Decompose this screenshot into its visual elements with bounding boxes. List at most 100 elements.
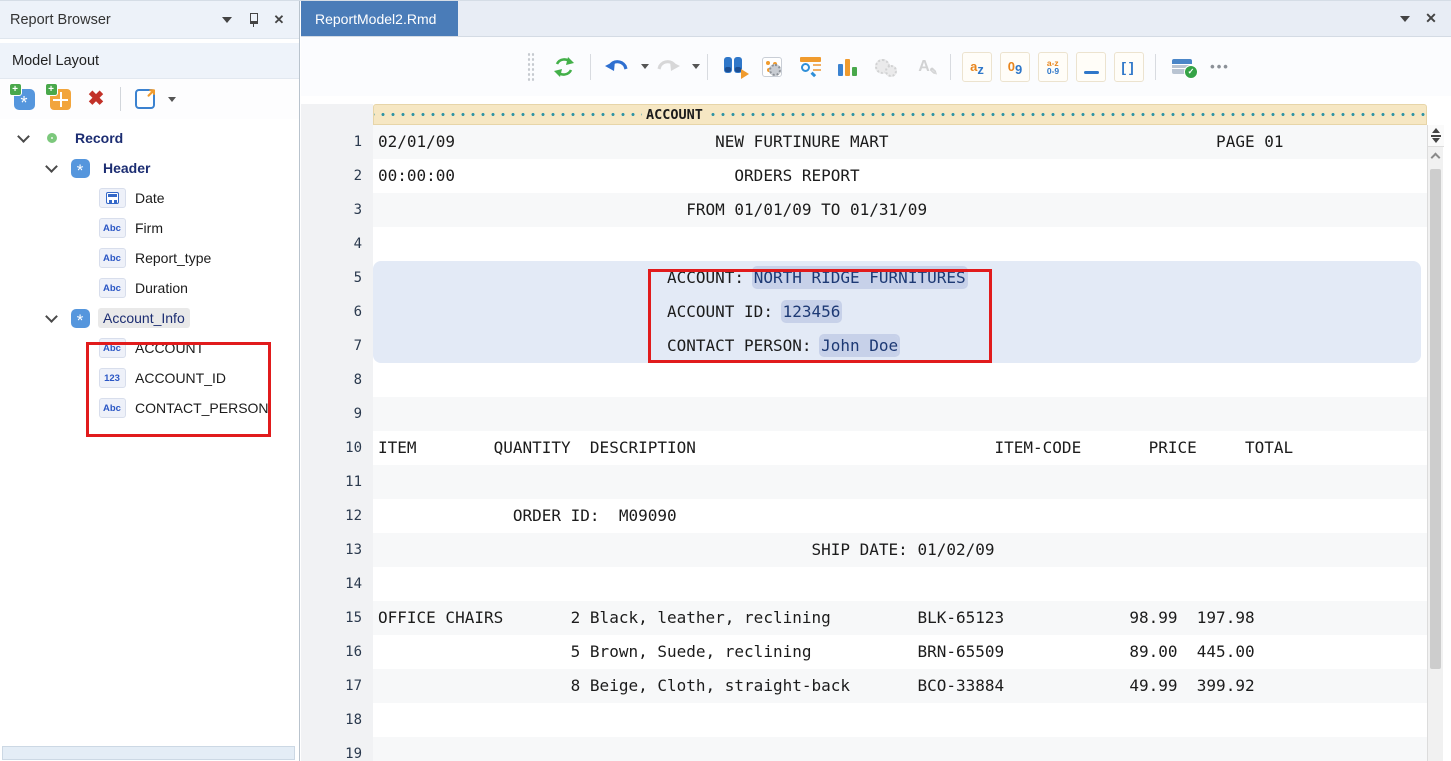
add-record-icon[interactable]: * <box>9 84 39 114</box>
model-tree: Record*HeaderDateAbcFirmAbcReport_typeAb… <box>0 119 299 423</box>
field-value-highlight[interactable]: John Doe <box>821 336 898 355</box>
line-text[interactable]: ACCOUNT: NORTH RIDGE FURNITURES <box>373 261 1427 295</box>
delete-icon[interactable]: ✖ <box>81 84 111 114</box>
line-text[interactable] <box>373 397 1427 431</box>
doc-dropdown-icon[interactable] <box>1395 10 1415 28</box>
scroll-up-icon[interactable] <box>1428 147 1443 163</box>
line-number: 17 <box>301 669 373 703</box>
line-number: 10 <box>301 431 373 465</box>
tree-item-label: ACCOUNT <box>135 340 204 356</box>
toolbar-separator <box>120 87 121 111</box>
redo-icon <box>653 52 683 82</box>
undo-icon[interactable] <box>602 52 632 82</box>
date-field-icon <box>96 188 128 208</box>
gear-settings-icon <box>871 52 901 82</box>
panel-close-icon[interactable]: ✕ <box>269 11 289 29</box>
line-number: 7 <box>301 329 373 363</box>
region-ruler[interactable]: ACCOUNT <box>373 104 1427 125</box>
data-region-icon: * <box>64 309 96 328</box>
line-number: 1 <box>301 125 373 159</box>
tree-item-label: Duration <box>135 280 188 296</box>
region-label: ACCOUNT <box>642 106 707 123</box>
tree-item-duration[interactable]: AbcDuration <box>0 273 299 303</box>
line-text[interactable]: 02/01/09 NEW FURTINURE MART PAGE 01 <box>373 125 1427 159</box>
line-text[interactable] <box>373 737 1427 761</box>
line-text[interactable]: FROM 01/01/09 TO 01/31/09 <box>373 193 1427 227</box>
model-layout-header: Model Layout <box>0 43 299 79</box>
tab-reportmodel2[interactable]: ReportModel2.Rmd <box>301 1 458 36</box>
line-text[interactable]: ORDER ID: M09090 <box>373 499 1427 533</box>
line-text[interactable]: ITEM QUANTITY DESCRIPTION ITEM-CODE PRIC… <box>373 431 1427 465</box>
tree-item-label: Account_Info <box>98 308 190 328</box>
alnum-field-icon[interactable]: a-z0-9 <box>1038 52 1068 82</box>
numeric-field-icon[interactable]: 09 <box>1000 52 1030 82</box>
field-value-highlight[interactable]: 123456 <box>783 302 841 321</box>
tree-item-header[interactable]: *Header <box>0 153 299 183</box>
line-text[interactable] <box>373 567 1427 601</box>
space-field-icon[interactable] <box>1076 52 1106 82</box>
tree-item-account_info[interactable]: *Account_Info <box>0 303 299 333</box>
chart-icon[interactable] <box>833 52 863 82</box>
line-text[interactable] <box>373 363 1427 397</box>
undo-dropdown-icon[interactable] <box>641 64 649 69</box>
bracket-field-icon[interactable]: [] <box>1114 52 1144 82</box>
report-line: 12 ORDER ID: M09090 <box>301 499 1451 533</box>
scrollbar-thumb[interactable] <box>1430 169 1441 669</box>
line-text[interactable]: CONTACT PERSON: John Doe <box>373 329 1427 363</box>
tree-item-label: Record <box>75 130 123 146</box>
vertical-scrollbar[interactable] <box>1427 125 1443 761</box>
export-dropdown-icon[interactable] <box>168 97 176 102</box>
tree-item-record[interactable]: Record <box>0 123 299 153</box>
line-number: 9 <box>301 397 373 431</box>
line-text[interactable] <box>373 465 1427 499</box>
report-line: 13 SHIP DATE: 01/02/09 <box>301 533 1451 567</box>
tree-item-label: Report_type <box>135 250 211 266</box>
line-text[interactable]: SHIP DATE: 01/02/09 <box>373 533 1427 567</box>
line-text[interactable]: OFFICE CHAIRS 2 Black, leather, reclinin… <box>373 601 1427 635</box>
add-fields-icon[interactable] <box>45 84 75 114</box>
auto-create-fields-icon[interactable] <box>757 52 787 82</box>
pin-icon[interactable] <box>243 11 263 29</box>
tree-item-account[interactable]: Abc ACCOUNT <box>0 333 299 363</box>
verify-model-icon[interactable] <box>1167 52 1197 82</box>
redo-dropdown-icon[interactable] <box>692 64 700 69</box>
find-icon[interactable] <box>719 52 749 82</box>
line-number: 19 <box>301 737 373 761</box>
panel-dropdown-icon[interactable] <box>217 11 237 29</box>
tree-item-label: CONTACT_PERSON <box>135 400 269 416</box>
splitter-handle-icon[interactable] <box>1428 125 1444 147</box>
tree-item-firm[interactable]: AbcFirm <box>0 213 299 243</box>
font-edit-icon: A <box>909 52 939 82</box>
line-text[interactable]: 00:00:00 ORDERS REPORT <box>373 159 1427 193</box>
panel-titlebar: Report Browser ✕ <box>0 1 299 39</box>
alpha-field-icon[interactable]: az <box>962 52 992 82</box>
export-icon[interactable] <box>130 84 160 114</box>
line-text[interactable] <box>373 227 1427 261</box>
line-text[interactable]: 8 Beige, Cloth, straight-back BCO-33884 … <box>373 669 1427 703</box>
report-line: 15OFFICE CHAIRS 2 Black, leather, reclin… <box>301 601 1451 635</box>
line-text[interactable] <box>373 703 1427 737</box>
line-text[interactable]: 5 Brown, Suede, reclining BRN-65509 89.0… <box>373 635 1427 669</box>
line-number: 11 <box>301 465 373 499</box>
toolbar-separator <box>707 54 708 80</box>
pattern-search-icon[interactable] <box>795 52 825 82</box>
tree-item-contact_person[interactable]: AbcCONTACT_PERSON <box>0 393 299 423</box>
chevron-down-icon[interactable] <box>38 316 64 321</box>
text-field-icon: Abc <box>96 338 128 358</box>
tree-item-account_id[interactable]: 123ACCOUNT_ID <box>0 363 299 393</box>
report-line: 4 <box>301 227 1451 261</box>
chevron-down-icon[interactable] <box>38 166 64 171</box>
more-icon[interactable]: ••• <box>1205 52 1235 82</box>
field-value-highlight[interactable]: NORTH RIDGE FURNITURES <box>754 268 966 287</box>
chevron-down-icon[interactable] <box>10 136 36 141</box>
tree-item-report_type[interactable]: AbcReport_type <box>0 243 299 273</box>
report-line: 14 <box>301 567 1451 601</box>
toolbar-grip-icon[interactable] <box>527 52 535 82</box>
refresh-icon[interactable] <box>549 52 579 82</box>
tree-item-date[interactable]: Date <box>0 183 299 213</box>
report-line: 11 <box>301 465 1451 499</box>
record-icon <box>36 133 68 143</box>
line-text[interactable]: ACCOUNT ID: 123456 <box>373 295 1427 329</box>
report-line: 5 ACCOUNT: NORTH RIDGE FURNITURES <box>301 261 1451 295</box>
doc-close-icon[interactable]: ✕ <box>1421 10 1441 28</box>
